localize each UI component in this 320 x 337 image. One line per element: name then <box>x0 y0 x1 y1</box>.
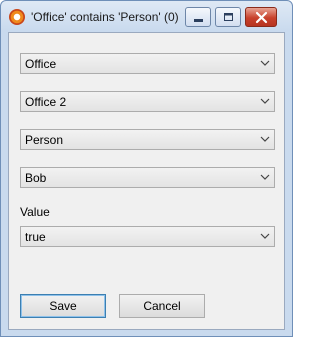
maximize-button[interactable] <box>215 7 241 27</box>
object-dropdown[interactable]: Office <box>20 53 275 74</box>
minimize-icon <box>194 19 203 22</box>
value-dropdown[interactable]: true <box>20 226 275 247</box>
instance-dropdown[interactable]: Bob <box>20 167 275 188</box>
app-icon[interactable] <box>9 9 25 25</box>
target-object-dropdown-value: Office 2 <box>25 95 67 109</box>
class-dropdown[interactable]: Person <box>20 129 275 150</box>
chevron-down-icon <box>260 233 270 239</box>
dialog-content: Office Office 2 Person Bob Value true Sa… <box>8 32 285 330</box>
value-dropdown-value: true <box>25 230 46 244</box>
chevron-down-icon <box>260 98 270 104</box>
target-object-dropdown[interactable]: Office 2 <box>20 91 275 112</box>
maximize-icon <box>224 13 233 21</box>
close-button[interactable] <box>245 7 277 27</box>
title-bar[interactable]: 'Office' contains 'Person' (0) <box>1 1 292 33</box>
cancel-button[interactable]: Cancel <box>119 294 205 318</box>
dialog-window: 'Office' contains 'Person' (0) Office Of… <box>0 0 293 337</box>
window-title: 'Office' contains 'Person' (0) <box>31 10 179 24</box>
chevron-down-icon <box>260 60 270 66</box>
close-icon <box>255 11 268 24</box>
chevron-down-icon <box>260 174 270 180</box>
instance-dropdown-value: Bob <box>25 171 47 185</box>
class-dropdown-value: Person <box>25 133 64 147</box>
minimize-button[interactable] <box>185 7 211 27</box>
object-dropdown-value: Office <box>25 57 57 71</box>
save-button[interactable]: Save <box>20 294 106 318</box>
chevron-down-icon <box>260 136 270 142</box>
value-label: Value <box>20 205 50 219</box>
